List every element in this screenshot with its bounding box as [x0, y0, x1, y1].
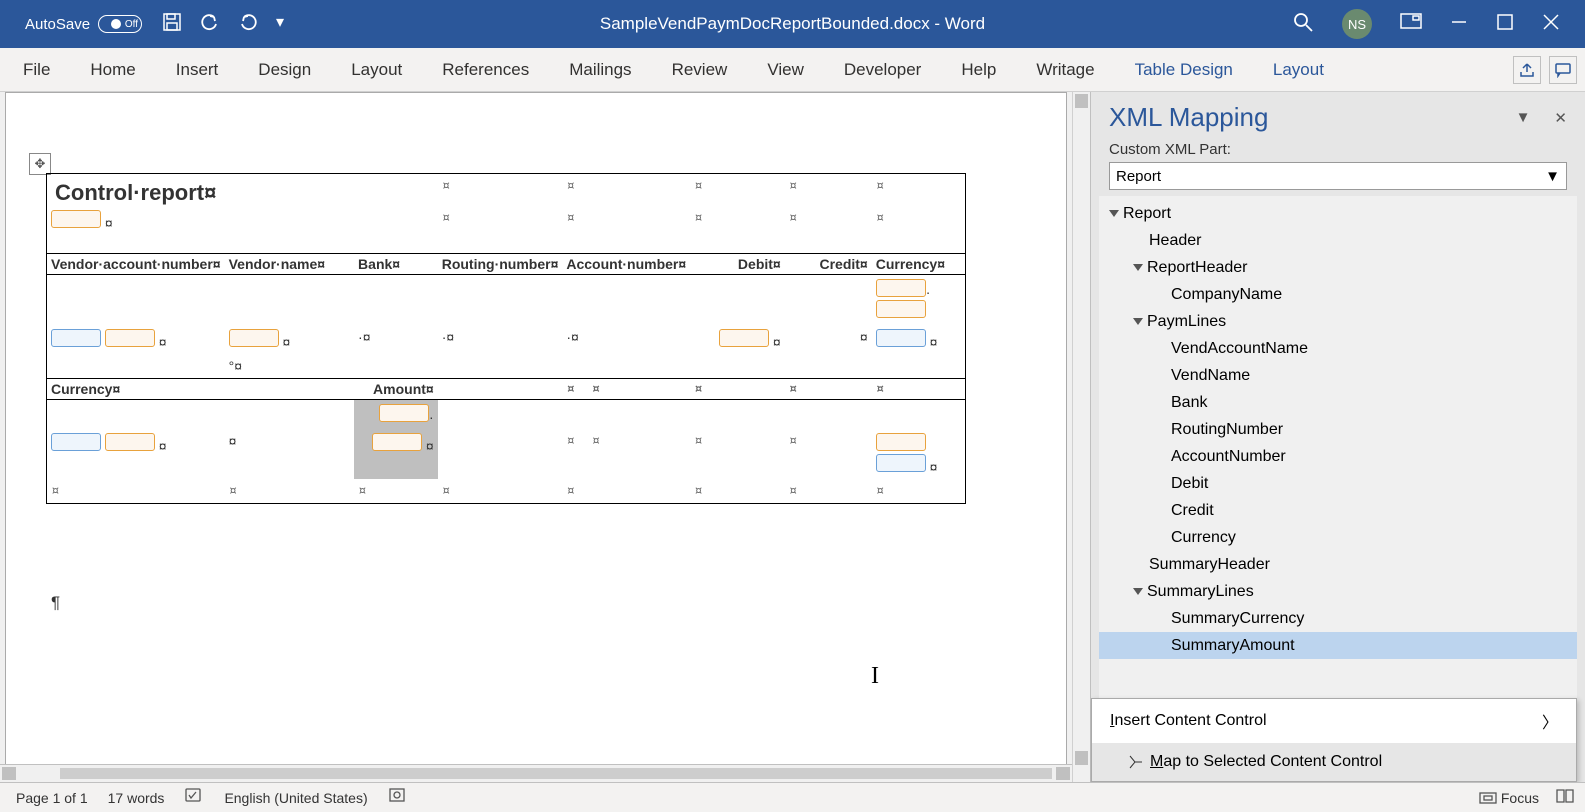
- pane-options-icon[interactable]: ▼: [1516, 109, 1531, 127]
- tree-accountnumber[interactable]: AccountNumber: [1171, 448, 1286, 466]
- tab-references[interactable]: References: [437, 50, 534, 90]
- col-amount: Amount¤: [354, 378, 438, 400]
- xml-tree[interactable]: Report Header ReportHeader CompanyName P…: [1099, 196, 1577, 700]
- col-credit: Credit¤: [785, 253, 872, 275]
- chevron-down-icon: ▼: [1545, 168, 1560, 185]
- tab-view[interactable]: View: [762, 50, 809, 90]
- save-icon[interactable]: [162, 12, 182, 37]
- tab-review[interactable]: Review: [667, 50, 733, 90]
- read-mode-icon[interactable]: [1555, 788, 1575, 807]
- menu-map-to-selected[interactable]: Map to Selected Content Control: [1092, 743, 1576, 781]
- tree-summarylines[interactable]: SummaryLines: [1147, 583, 1254, 601]
- tree-bank[interactable]: Bank: [1171, 394, 1207, 412]
- maximize-icon[interactable]: [1496, 13, 1514, 36]
- report-title: Control·report¤: [47, 174, 354, 206]
- context-menu: Insert Content Control 〉 Map to Selected…: [1091, 698, 1577, 782]
- tree-summaryheader[interactable]: SummaryHeader: [1149, 556, 1270, 574]
- custom-xml-part-label: Custom XML Part:: [1091, 139, 1585, 162]
- tab-ctx-layout[interactable]: Layout: [1268, 50, 1329, 90]
- status-language[interactable]: English (United States): [224, 790, 367, 806]
- tree-credit[interactable]: Credit: [1171, 502, 1214, 520]
- share-icon[interactable]: [1513, 56, 1541, 84]
- col-currency-2: Currency¤: [47, 378, 225, 400]
- document-area[interactable]: ✥ Control·report¤ ¤¤¤¤¤ ¤¤¤¤¤¤ Vendor·ac…: [0, 92, 1072, 782]
- tree-currency[interactable]: Currency: [1171, 529, 1236, 547]
- tree-vendaccountname[interactable]: VendAccountName: [1171, 340, 1308, 358]
- document-title: SampleVendPaymDocReportBounded.docx - Wo…: [600, 14, 985, 34]
- xml-mapping-pane: XML Mapping ▼ ✕ Custom XML Part: Report …: [1090, 92, 1585, 782]
- close-icon[interactable]: [1542, 13, 1560, 36]
- custom-xml-part-dropdown[interactable]: Report ▼: [1109, 162, 1567, 190]
- tab-file[interactable]: File: [18, 50, 55, 90]
- tree-reportheader[interactable]: ReportHeader: [1147, 259, 1248, 277]
- tab-layout[interactable]: Layout: [346, 50, 407, 90]
- col-vendor-account: Vendor·account·number¤: [47, 253, 225, 275]
- ribbon-display-icon[interactable]: [1400, 13, 1422, 36]
- spellcheck-icon[interactable]: [184, 787, 204, 808]
- tree-companyname[interactable]: CompanyName: [1171, 286, 1282, 304]
- tree-summarycurrency[interactable]: SummaryCurrency: [1171, 610, 1304, 628]
- search-icon[interactable]: [1292, 11, 1314, 38]
- pane-close-icon[interactable]: ✕: [1554, 109, 1567, 127]
- undo-icon[interactable]: [200, 12, 220, 37]
- focus-mode-icon[interactable]: Focus: [1479, 790, 1539, 806]
- tree-report[interactable]: Report: [1123, 205, 1171, 223]
- document-page: ✥ Control·report¤ ¤¤¤¤¤ ¤¤¤¤¤¤ Vendor·ac…: [5, 92, 1067, 772]
- horizontal-scrollbar[interactable]: [0, 764, 1072, 782]
- vertical-scrollbar[interactable]: [1072, 92, 1090, 782]
- tab-help[interactable]: Help: [956, 50, 1001, 90]
- tab-table-design[interactable]: Table Design: [1130, 50, 1238, 90]
- autosave-toggle[interactable]: Off: [98, 15, 142, 33]
- tab-developer[interactable]: Developer: [839, 50, 927, 90]
- ribbon: File Home Insert Design Layout Reference…: [0, 48, 1585, 92]
- submenu-arrow-icon: 〉: [1542, 709, 1558, 733]
- tab-design[interactable]: Design: [253, 50, 316, 90]
- tree-debit[interactable]: Debit: [1171, 475, 1208, 493]
- tree-vendname[interactable]: VendName: [1171, 367, 1250, 385]
- text-cursor: I: [871, 663, 879, 690]
- tab-insert[interactable]: Insert: [171, 50, 224, 90]
- tab-mailings[interactable]: Mailings: [564, 50, 636, 90]
- col-bank: Bank¤: [354, 253, 438, 275]
- dropdown-selected: Report: [1116, 168, 1161, 185]
- col-currency: Currency¤: [872, 253, 965, 275]
- col-vendor-name: Vendor·name¤: [225, 253, 354, 275]
- status-page[interactable]: Page 1 of 1: [16, 790, 88, 806]
- table-move-handle[interactable]: ✥: [29, 153, 51, 175]
- comments-icon[interactable]: [1549, 56, 1577, 84]
- report-table: Control·report¤ ¤¤¤¤¤ ¤¤¤¤¤¤ Vendor·acco…: [46, 173, 966, 504]
- autosave-control[interactable]: AutoSave Off: [25, 15, 142, 33]
- tree-header[interactable]: Header: [1149, 232, 1201, 250]
- user-avatar[interactable]: NS: [1342, 9, 1372, 39]
- col-account: Account·number¤: [562, 253, 690, 275]
- tree-routingnumber[interactable]: RoutingNumber: [1171, 421, 1283, 439]
- minimize-icon[interactable]: [1450, 13, 1468, 36]
- tab-home[interactable]: Home: [85, 50, 140, 90]
- tree-summaryamount[interactable]: SummaryAmount: [1171, 637, 1295, 655]
- paragraph-mark: ¶: [51, 593, 60, 613]
- autosave-label: AutoSave: [25, 16, 90, 33]
- macro-icon[interactable]: [388, 787, 408, 808]
- tree-paymlines[interactable]: PaymLines: [1147, 313, 1226, 331]
- quick-access-toolbar: ▾: [162, 12, 284, 37]
- status-bar: Page 1 of 1 17 words English (United Sta…: [0, 782, 1585, 812]
- col-debit: Debit¤: [690, 253, 785, 275]
- menu-insert-content-control[interactable]: Insert Content Control 〉: [1092, 699, 1576, 743]
- tab-writage[interactable]: Writage: [1031, 50, 1099, 90]
- title-bar: AutoSave Off ▾ SampleVendPaymDocReportBo…: [0, 0, 1585, 48]
- col-routing: Routing·number¤: [438, 253, 563, 275]
- redo-icon[interactable]: [238, 12, 258, 37]
- customize-qat-icon[interactable]: ▾: [276, 12, 284, 37]
- pane-title: XML Mapping: [1109, 102, 1268, 133]
- status-words[interactable]: 17 words: [108, 790, 165, 806]
